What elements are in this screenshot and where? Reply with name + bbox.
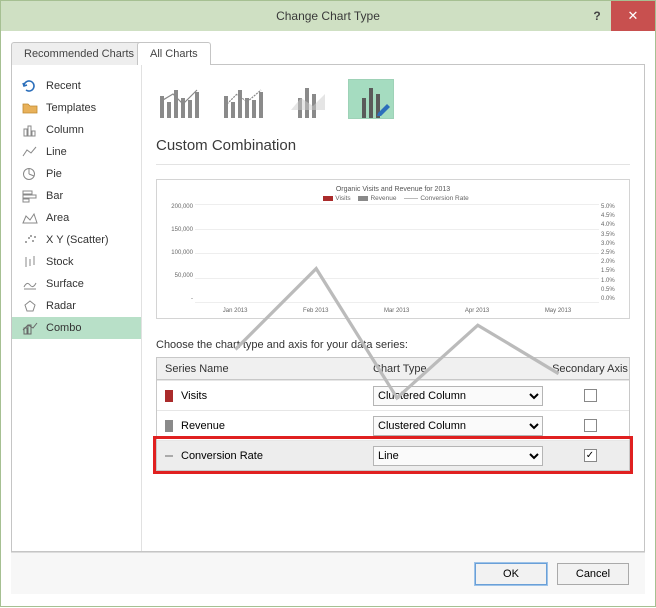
sidebar-item-scatter[interactable]: X Y (Scatter) bbox=[12, 229, 141, 251]
radar-icon bbox=[22, 299, 38, 313]
sidebar-item-label: Bar bbox=[46, 190, 63, 202]
combo-icon bbox=[22, 321, 38, 335]
dialog-window: Change Chart Type ? ✕ Recommended Charts… bbox=[0, 0, 656, 607]
dialog-body: Recommended Charts All Charts Recent Tem… bbox=[1, 31, 655, 606]
stock-icon bbox=[22, 255, 38, 269]
pie-icon bbox=[22, 167, 38, 181]
folder-icon bbox=[22, 101, 38, 115]
sidebar-item-recent[interactable]: Recent bbox=[12, 75, 141, 97]
section-title: Custom Combination bbox=[142, 119, 644, 158]
chart-preview: Organic Visits and Revenue for 2013 Visi… bbox=[156, 179, 630, 319]
sidebar-item-label: Stock bbox=[46, 256, 74, 268]
y-axis-left: 200,000150,000100,00050,000- bbox=[165, 204, 193, 302]
sidebar: Recent Templates Column Line Pie bbox=[12, 65, 142, 551]
area-icon bbox=[22, 211, 38, 225]
series-swatch bbox=[165, 390, 173, 402]
sidebar-item-label: X Y (Scatter) bbox=[46, 234, 109, 246]
preview-legend: Visits Revenue Conversion Rate bbox=[165, 195, 621, 202]
plot-area bbox=[195, 204, 599, 302]
sidebar-item-label: Radar bbox=[46, 300, 76, 312]
sidebar-item-templates[interactable]: Templates bbox=[12, 97, 141, 119]
sidebar-item-line[interactable]: Line bbox=[12, 141, 141, 163]
legend-swatch-revenue bbox=[358, 196, 368, 201]
surface-icon bbox=[22, 277, 38, 291]
sidebar-item-area[interactable]: Area bbox=[12, 207, 141, 229]
x-axis: Jan 2013Feb 2013Mar 2013Apr 2013May 2013 bbox=[195, 308, 599, 314]
help-button[interactable]: ? bbox=[583, 1, 611, 31]
sidebar-item-radar[interactable]: Radar bbox=[12, 295, 141, 317]
sidebar-item-label: Combo bbox=[46, 322, 81, 334]
sidebar-item-surface[interactable]: Surface bbox=[12, 273, 141, 295]
sidebar-item-label: Recent bbox=[46, 80, 81, 92]
column-icon bbox=[22, 123, 38, 137]
legend-line-conversion bbox=[404, 198, 418, 199]
subtype-thumbnails bbox=[142, 65, 644, 119]
y-axis-right: 5.0%4.5%4.0%3.5%3.0%2.5%2.0%1.5%1.0%0.5%… bbox=[601, 204, 621, 302]
tab-recommended-charts[interactable]: Recommended Charts bbox=[11, 42, 147, 65]
main-pane: Custom Combination Organic Visits and Re… bbox=[142, 65, 644, 551]
bar-icon bbox=[22, 189, 38, 203]
sidebar-item-label: Area bbox=[46, 212, 69, 224]
sidebar-item-label: Surface bbox=[46, 278, 84, 290]
window-title: Change Chart Type bbox=[1, 9, 655, 23]
subtype-custom-combination[interactable] bbox=[348, 79, 394, 119]
recent-icon bbox=[22, 79, 38, 93]
legend-swatch-visits bbox=[323, 196, 333, 201]
sidebar-item-label: Line bbox=[46, 146, 67, 158]
preview-title: Organic Visits and Revenue for 2013 bbox=[165, 186, 621, 193]
sidebar-item-label: Templates bbox=[46, 102, 96, 114]
series-swatch bbox=[165, 455, 173, 457]
content-area: Recent Templates Column Line Pie bbox=[11, 65, 645, 552]
sidebar-item-column[interactable]: Column bbox=[12, 119, 141, 141]
tab-strip: Recommended Charts All Charts bbox=[11, 41, 645, 65]
subtype-stacked-area-column[interactable] bbox=[284, 79, 330, 119]
series-swatch bbox=[165, 420, 173, 432]
line-icon bbox=[22, 145, 38, 159]
divider bbox=[156, 164, 630, 165]
window-controls: ? ✕ bbox=[583, 1, 655, 31]
sidebar-item-stock[interactable]: Stock bbox=[12, 251, 141, 273]
sidebar-item-combo[interactable]: Combo bbox=[12, 317, 141, 339]
subtype-clustered-line[interactable] bbox=[156, 79, 202, 119]
subtype-clustered-line-secondary[interactable] bbox=[220, 79, 266, 119]
scatter-icon bbox=[22, 233, 38, 247]
sidebar-item-bar[interactable]: Bar bbox=[12, 185, 141, 207]
chart-area: 200,000150,000100,00050,000- 5.0%4.5%4.0… bbox=[165, 204, 621, 314]
close-button[interactable]: ✕ bbox=[611, 1, 655, 31]
sidebar-item-label: Column bbox=[46, 124, 84, 136]
tab-all-charts[interactable]: All Charts bbox=[137, 42, 211, 65]
titlebar: Change Chart Type ? ✕ bbox=[1, 1, 655, 31]
sidebar-item-pie[interactable]: Pie bbox=[12, 163, 141, 185]
sidebar-item-label: Pie bbox=[46, 168, 62, 180]
